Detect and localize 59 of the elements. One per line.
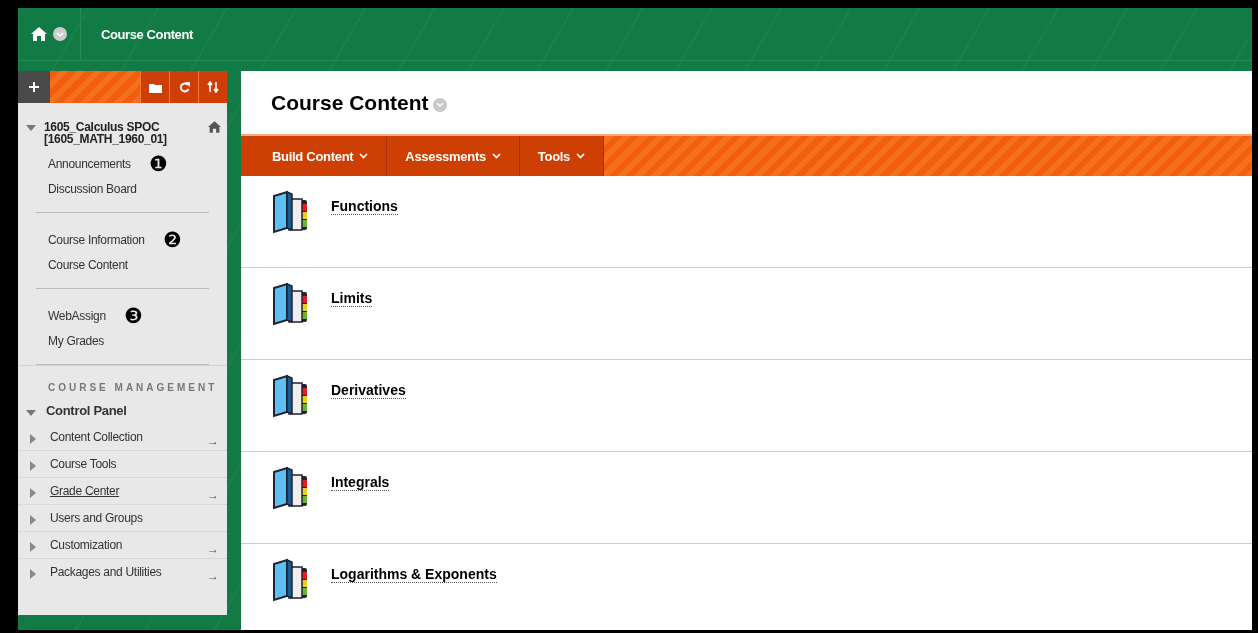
refresh-button[interactable] xyxy=(169,71,198,103)
expand-icon[interactable] xyxy=(30,488,36,498)
content-link[interactable]: Logarithms & Exponents xyxy=(331,566,497,583)
menu-link[interactable]: Course Content xyxy=(48,258,209,272)
menu-link[interactable]: WebAssign ❸ xyxy=(48,307,209,324)
expand-icon[interactable] xyxy=(26,125,36,131)
book-icon xyxy=(271,374,309,418)
menu-link[interactable]: Announcements ❶ xyxy=(48,155,209,172)
arrow-glyph[interactable]: → xyxy=(207,569,219,583)
home-icon[interactable] xyxy=(31,27,47,41)
menu-link[interactable]: Course Tools xyxy=(50,457,219,471)
book-icon xyxy=(271,190,309,234)
menu-button[interactable]: Tools xyxy=(519,136,605,176)
caret-icon xyxy=(359,153,369,159)
expand-icon[interactable] xyxy=(30,515,36,525)
menu-link[interactable]: Customization xyxy=(50,538,195,552)
book-icon xyxy=(271,466,309,510)
step-number: ❷ xyxy=(162,231,182,248)
expand-icon[interactable] xyxy=(30,434,36,444)
add-button[interactable] xyxy=(18,71,50,103)
arrow-glyph[interactable]: → xyxy=(207,488,219,502)
caret-icon xyxy=(576,153,586,159)
arrow-glyph[interactable]: → xyxy=(207,434,219,448)
section-heading: COURSE MANAGEMENT xyxy=(48,382,219,393)
refresh-icon[interactable] xyxy=(178,81,190,93)
content-link[interactable]: Functions xyxy=(331,198,398,215)
dropdown-icon[interactable] xyxy=(53,27,67,41)
breadcrumb-title[interactable]: Course Content xyxy=(101,26,193,42)
plus-icon[interactable] xyxy=(29,82,39,92)
menu-link[interactable]: Grade Center xyxy=(50,484,195,498)
content-link[interactable]: Derivatives xyxy=(331,382,406,399)
menu-link[interactable]: My Grades xyxy=(48,334,209,348)
arrow-glyph[interactable]: → xyxy=(207,542,219,556)
step-number: ❶ xyxy=(148,155,168,172)
content-link[interactable]: Limits xyxy=(331,290,373,307)
menu-link[interactable]: Discussion Board xyxy=(48,182,209,196)
folder-button[interactable] xyxy=(140,71,169,103)
home-icon[interactable] xyxy=(208,121,221,133)
page-title: Course Content xyxy=(271,90,429,115)
content-link[interactable]: Integrals xyxy=(331,474,390,491)
caret-icon xyxy=(491,153,501,159)
expand-icon[interactable] xyxy=(30,569,36,579)
menu-button[interactable]: Build Content xyxy=(241,136,388,176)
menu-link[interactable]: Content Collection xyxy=(50,430,195,444)
menu-link[interactable]: Users and Groups xyxy=(50,511,219,525)
step-number: ❸ xyxy=(123,307,143,324)
sort-icon[interactable] xyxy=(207,81,219,93)
expand-icon[interactable] xyxy=(30,542,36,552)
expand-icon[interactable] xyxy=(30,461,36,471)
folder-icon[interactable] xyxy=(148,81,162,93)
book-icon xyxy=(271,282,309,326)
menu-link[interactable]: Course Information ❷ xyxy=(48,231,209,248)
control-panel-label[interactable]: Control Panel xyxy=(46,403,127,418)
menu-button[interactable]: Assessments xyxy=(387,136,520,176)
sort-button[interactable] xyxy=(198,71,227,103)
menu-link[interactable]: Packages and Utilities xyxy=(50,565,195,579)
course-name[interactable]: 1605_Calculus SPOC [1605_MATH_1960_01] xyxy=(44,121,200,145)
expand-icon[interactable] xyxy=(26,409,36,416)
book-icon xyxy=(271,558,309,602)
